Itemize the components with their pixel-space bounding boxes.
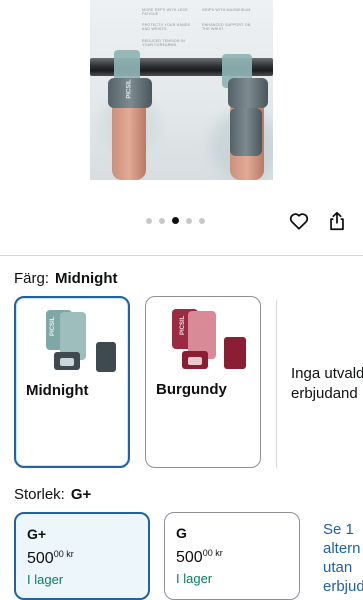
- gallery-dot[interactable]: [146, 217, 152, 224]
- price-whole: 500: [27, 550, 54, 567]
- price-currency: kr: [215, 548, 223, 558]
- gallery-dot[interactable]: [186, 217, 192, 224]
- share-icon: [330, 211, 344, 231]
- feature-text: GRIPS WITH MAGNESIUM: [202, 8, 251, 12]
- link-line: altern: [323, 540, 361, 557]
- section-divider: [0, 255, 363, 256]
- feature-text: MORE REPS WITH LESS FATIGUE: [142, 8, 188, 17]
- color-swatch-image: PICSIL: [46, 310, 116, 372]
- price-fraction: 00: [202, 548, 213, 558]
- stock-status: I lager: [27, 572, 64, 587]
- selected-color: Midnight: [55, 270, 118, 287]
- svg-text:PICSIL: PICSIL: [180, 315, 186, 335]
- heart-icon: [289, 213, 309, 230]
- link-line: utan: [323, 559, 353, 576]
- share-button[interactable]: [324, 208, 350, 234]
- link-line: Se 1: [323, 521, 354, 538]
- size-label: Storlek:: [14, 486, 65, 503]
- color-option-label: Burgundy: [156, 381, 227, 398]
- svg-text:PICSIL: PICSIL: [50, 316, 56, 336]
- price-currency: kr: [66, 549, 74, 559]
- feature-text: PROTECTS YOUR HANDS AND WRISTS: [142, 23, 191, 32]
- stock-status: I lager: [176, 571, 213, 586]
- color-option-midnight[interactable]: PICSIL Midnight: [14, 296, 130, 468]
- size-option-label: G+: [27, 526, 47, 542]
- unavailable-text-line: erbjudand: [291, 385, 358, 402]
- link-line: erbjud: [323, 578, 363, 595]
- gallery-dot[interactable]: [159, 217, 165, 224]
- size-option-price: 50000 kr: [176, 548, 223, 567]
- color-label: Färg:: [14, 270, 50, 287]
- feature-text: REDUCED TENSION IN YOUR FOREARMS: [142, 39, 185, 48]
- color-option-label: Midnight: [26, 382, 89, 399]
- color-option-burgundy[interactable]: PICSIL Burgundy: [145, 296, 261, 468]
- gallery-dot[interactable]: [199, 217, 205, 224]
- color-swatch-image: PICSIL: [172, 309, 246, 369]
- feature-text: ENHANCED SUPPORT ON THE WRIST: [202, 23, 251, 32]
- size-option-label: G: [176, 525, 187, 541]
- gallery-pagination[interactable]: [146, 217, 205, 224]
- price-whole: 500: [176, 549, 203, 566]
- see-alternatives-link[interactable]: Se 1 altern utan erbjud: [323, 520, 363, 596]
- size-option-g-plus[interactable]: G+ 50000 kr I lager: [14, 512, 150, 600]
- size-label-row: Storlek: G+: [14, 486, 91, 503]
- size-option-price: 50000 kr: [27, 549, 74, 568]
- brand-logo: PICSIL: [126, 79, 133, 99]
- selected-size: G+: [70, 486, 92, 503]
- size-option-g[interactable]: G 50000 kr I lager: [164, 512, 300, 600]
- product-image[interactable]: MORE REPS WITH LESS FATIGUE GRIPS WITH M…: [90, 0, 273, 180]
- gallery-dot-active[interactable]: [172, 217, 179, 224]
- price-fraction: 00: [53, 549, 64, 559]
- unavailable-text-line: Inga utvald: [291, 365, 363, 382]
- color-label-row: Färg: Midnight: [14, 270, 118, 287]
- unavailable-offer-text: Inga utvald erbjudand: [291, 364, 363, 404]
- vertical-divider: [276, 300, 277, 468]
- favorite-button[interactable]: [286, 208, 312, 234]
